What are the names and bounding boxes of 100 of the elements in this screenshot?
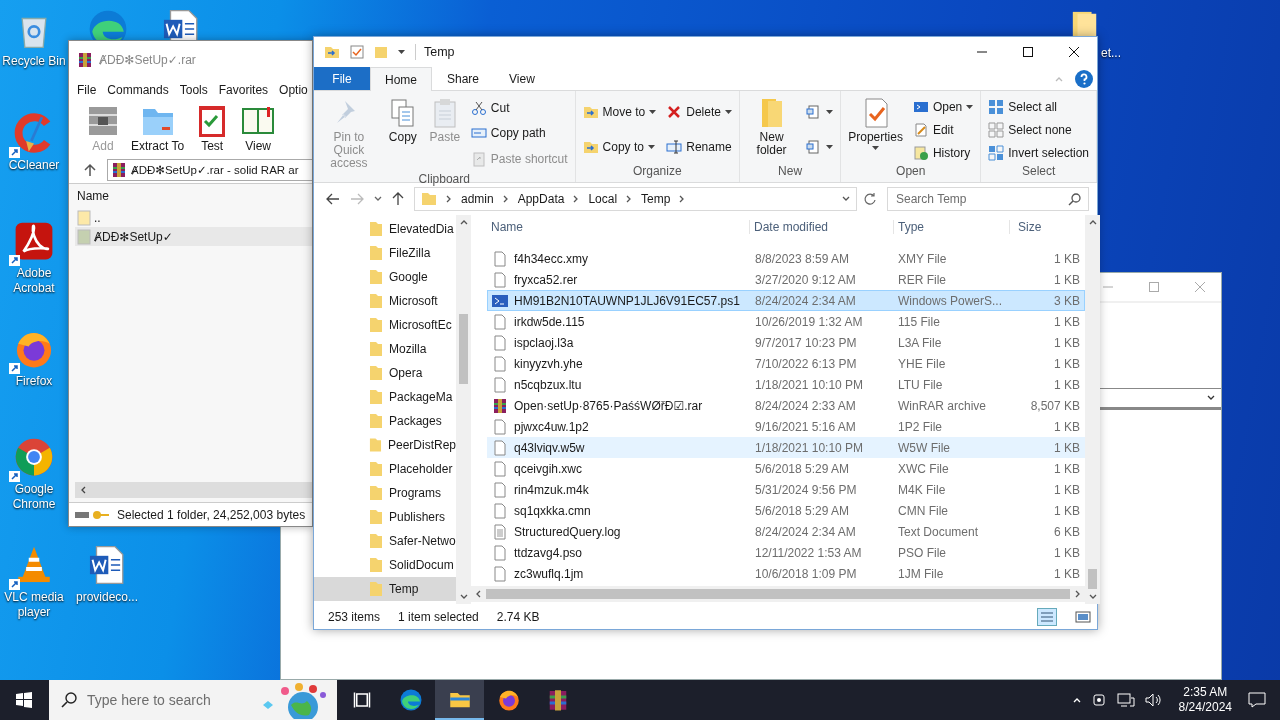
- nav-item[interactable]: ElevatedDia: [314, 217, 456, 241]
- file-row[interactable]: f4h34ecc.xmy 8/8/2023 8:59 AM XMY File 1 KB: [487, 248, 1085, 269]
- chevron-down-icon[interactable]: [459, 593, 468, 601]
- nav-item[interactable]: Placeholder: [314, 457, 456, 481]
- thumbnails-view-icon[interactable]: [1075, 609, 1091, 624]
- scroll-thumb[interactable]: [459, 314, 468, 384]
- ribbon-tab[interactable]: File: [314, 67, 370, 90]
- ribbon-button[interactable]: Delete: [663, 103, 735, 122]
- notification-icon[interactable]: [1248, 691, 1266, 709]
- file-row[interactable]: irkdw5de.115 10/26/2019 1:32 AM 115 File 1 KB: [487, 311, 1085, 332]
- toolbar-button[interactable]: View: [236, 103, 281, 156]
- breadcrumb[interactable]: Temp: [641, 192, 671, 206]
- chevron-up-icon[interactable]: [1088, 218, 1097, 226]
- ribbon-button[interactable]: Copy: [383, 95, 422, 172]
- menu-item[interactable]: Commands: [107, 83, 169, 97]
- ribbon-button[interactable]: Rename: [663, 137, 735, 156]
- nav-item[interactable]: MicrosoftEc: [314, 313, 456, 337]
- ribbon-button[interactable]: Move to: [579, 103, 660, 122]
- file-row[interactable]: ttdzavg4.pso 12/11/2022 1:53 AM PSO File 1 KB: [487, 542, 1085, 563]
- search-field[interactable]: Search Temp: [887, 187, 1089, 211]
- nav-item[interactable]: FileZilla: [314, 241, 456, 265]
- ribbon-button[interactable]: Open: [909, 97, 977, 116]
- nav-item[interactable]: Programs: [314, 481, 456, 505]
- ribbon-button[interactable]: Invert selection: [985, 143, 1092, 162]
- menu-item[interactable]: File: [77, 83, 97, 97]
- properties-icon[interactable]: [350, 45, 364, 59]
- chevron-up-icon[interactable]: [459, 218, 468, 226]
- ribbon-button[interactable]: History: [909, 143, 977, 162]
- ribbon-button[interactable]: Select none: [985, 120, 1092, 139]
- file-row[interactable]: q43lviqv.w5w 1/18/2021 10:10 PM W5W File 1 KB: [487, 437, 1085, 458]
- nav-item[interactable]: Mozilla: [314, 337, 456, 361]
- column-header[interactable]: Type: [893, 220, 1009, 234]
- chrome-icon[interactable]: [13, 436, 55, 478]
- file-row[interactable]: ..: [75, 208, 312, 227]
- scrollbar[interactable]: [1085, 215, 1100, 604]
- taskbar-app[interactable]: [435, 680, 484, 720]
- ribbon-button[interactable]: Properties: [845, 95, 906, 164]
- scroll-thumb[interactable]: [1088, 569, 1097, 589]
- nav-item[interactable]: Opera: [314, 361, 456, 385]
- ribbon-button[interactable]: Copy path: [467, 124, 571, 143]
- nav-item[interactable]: Google: [314, 265, 456, 289]
- chevron-down-icon[interactable]: [1088, 593, 1097, 601]
- ribbon-button[interactable]: Cut: [467, 98, 571, 117]
- firefox-icon[interactable]: [496, 688, 521, 712]
- chevron-right-icon[interactable]: [501, 195, 510, 203]
- nav-item[interactable]: PeerDistRep: [314, 433, 456, 457]
- file-row[interactable]: sq1qxkka.cmn 5/6/2018 5:29 AM CMN File 1 KB: [487, 500, 1085, 521]
- clock-date[interactable]: 8/24/2024: [1178, 700, 1232, 715]
- up-arrow-icon[interactable]: [83, 162, 97, 177]
- chevron-up-icon[interactable]: [1072, 696, 1081, 704]
- column-header[interactable]: Name: [77, 189, 109, 203]
- nav-item[interactable]: Safer-Netwo: [314, 529, 456, 553]
- ribbon-tab[interactable]: View: [494, 67, 550, 90]
- ribbon-button[interactable]: New folder: [743, 95, 800, 164]
- chevron-right-icon[interactable]: [1074, 590, 1082, 598]
- file-row[interactable]: ispclaoj.l3a 9/7/2017 10:23 PM L3A File 1 KB: [487, 332, 1085, 353]
- search-icon[interactable]: [1068, 193, 1081, 206]
- file-row[interactable]: kinyyzvh.yhe 7/10/2022 6:13 PM YHE File 1 KB: [487, 353, 1085, 374]
- nav-item[interactable]: Publishers: [314, 505, 456, 529]
- chevron-down-icon[interactable]: [374, 195, 382, 203]
- file-row[interactable]: fryxca52.rer 3/27/2020 9:12 AM RER File 1 KB: [487, 269, 1085, 290]
- toolbar-button[interactable]: Test: [190, 103, 235, 156]
- toolbar-button[interactable]: Extract To: [127, 103, 189, 156]
- details-view-icon[interactable]: [1037, 607, 1057, 626]
- chevron-down-icon[interactable]: [842, 195, 850, 203]
- nav-item[interactable]: PackageMa: [314, 385, 456, 409]
- file-row[interactable]: Open·setUp·8765·PaśśWØřĐ☑.rar 8/24/2024 2:33 AM WinRAR archive 8,507 KB: [487, 395, 1085, 416]
- speaker-icon[interactable]: [1144, 692, 1163, 708]
- file-row[interactable]: StructuredQuery.log 8/24/2024 2:34 AM Text Document 6 KB: [487, 521, 1085, 542]
- acrobat-icon[interactable]: [13, 220, 55, 262]
- chevron-down-icon[interactable]: [1207, 394, 1215, 402]
- file-row[interactable]: zc3wuflq.1jm 10/6/2018 1:09 PM 1JM File 1 KB: [487, 563, 1085, 584]
- nav-item[interactable]: Temp: [314, 577, 456, 601]
- column-header[interactable]: Name: [487, 220, 749, 234]
- network-icon[interactable]: [1116, 692, 1135, 708]
- windows-start-icon[interactable]: [16, 692, 32, 708]
- scrollbar[interactable]: [75, 482, 312, 498]
- file-row[interactable]: pjwxc4uw.1p2 9/16/2021 5:16 AM 1P2 File 1 KB: [487, 416, 1085, 437]
- nav-item[interactable]: SolidDocum: [314, 553, 456, 577]
- chevron-left-icon[interactable]: [474, 590, 482, 598]
- column-header[interactable]: Date modified: [749, 220, 893, 234]
- clock-time[interactable]: 2:35 AM: [1183, 685, 1228, 700]
- breadcrumb[interactable]: AppData: [517, 192, 565, 206]
- file-row[interactable]: rin4mzuk.m4k 5/31/2024 9:56 PM M4K File 1 KB: [487, 479, 1085, 500]
- search-field[interactable]: Type here to search: [49, 680, 337, 720]
- column-header[interactable]: Size: [1009, 220, 1083, 234]
- ribbon-button[interactable]: Select all: [985, 97, 1092, 116]
- help-icon[interactable]: [1075, 69, 1093, 88]
- ribbon-tab[interactable]: Share: [432, 67, 495, 90]
- up-arrow-icon[interactable]: [392, 192, 404, 206]
- scrollbar[interactable]: [456, 215, 471, 604]
- back-arrow-icon[interactable]: [326, 193, 340, 205]
- file-row[interactable]: n5cqbzux.ltu 1/18/2021 10:10 PM LTU File 1 KB: [487, 374, 1085, 395]
- menu-item[interactable]: Optio: [279, 83, 308, 97]
- nav-item[interactable]: Packages: [314, 409, 456, 433]
- breadcrumb[interactable]: Local: [588, 192, 618, 206]
- chevron-right-icon[interactable]: [445, 195, 453, 203]
- refresh-icon[interactable]: [863, 192, 877, 206]
- file-row[interactable]: qceivgih.xwc 5/6/2018 5:29 AM XWC File 1 KB: [487, 458, 1085, 479]
- close-icon[interactable]: [1069, 47, 1079, 57]
